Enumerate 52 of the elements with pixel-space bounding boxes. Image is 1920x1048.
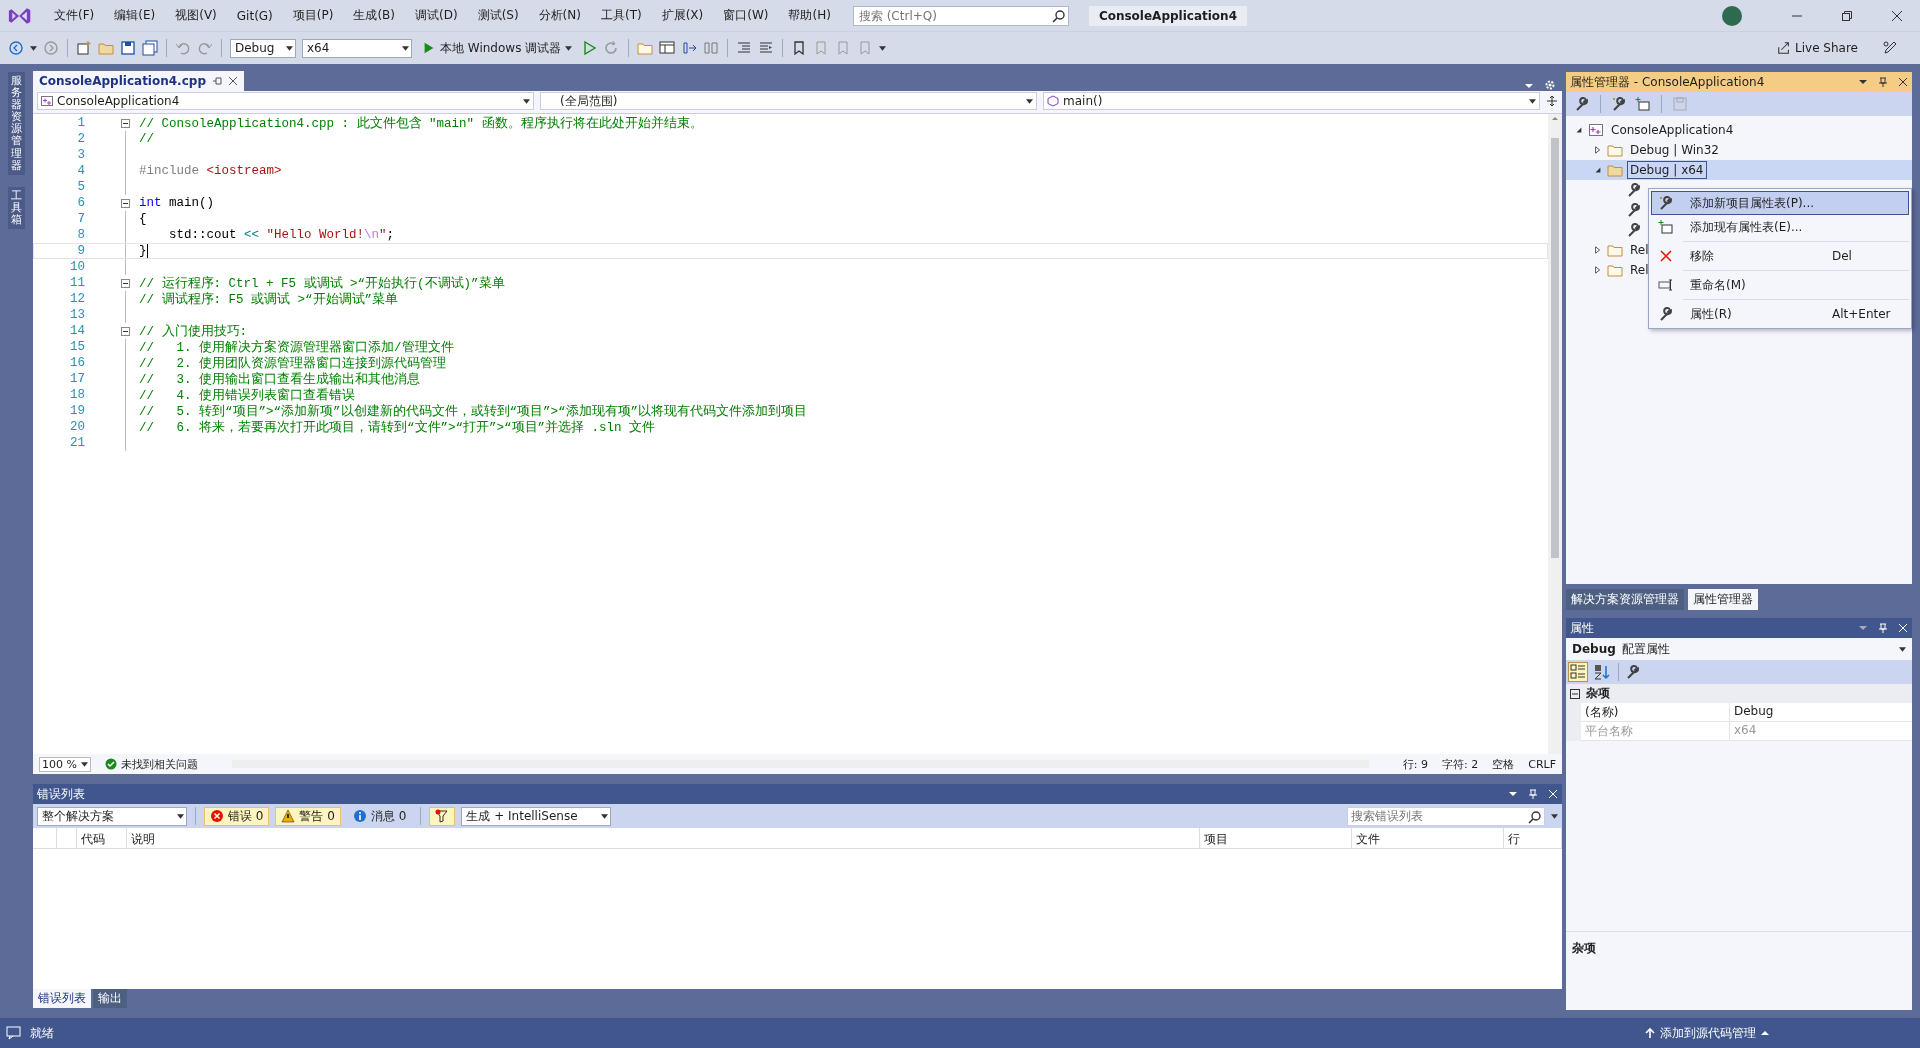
- panel-title: 错误列表: [37, 785, 86, 803]
- tree-item-label: Rel: [1629, 262, 1650, 279]
- category-label: 杂项: [1586, 685, 1610, 702]
- line-number: 3: [76, 148, 86, 162]
- line-number: 16: [69, 356, 86, 370]
- line-number: 5: [76, 180, 86, 194]
- code-line: // 2. 使用团队资源管理器窗口连接到源代码管理: [139, 355, 446, 372]
- tree-item-label: Debug | Win32: [1629, 142, 1720, 159]
- line-number: 1: [76, 116, 86, 130]
- object-name: Debug: [1572, 642, 1616, 656]
- line-number: 21: [69, 436, 86, 450]
- line-number: 2: [76, 132, 86, 146]
- status-text: 就绪: [30, 1024, 54, 1042]
- object-type: 配置属性: [1621, 640, 1670, 658]
- line-number: 20: [69, 420, 86, 434]
- line-number: 9: [76, 244, 86, 258]
- line-number: 18: [69, 388, 86, 402]
- code-line: // 6. 将来，若要再次打开此项目，请转到“文件”>“打开”>“项目”并选择 .sln 文件: [139, 419, 656, 436]
- code-line: std::cout << "Hello World!\n";: [168, 228, 395, 242]
- code-line: #include <iostream>: [139, 164, 282, 178]
- shortcut-label: Del: [1832, 249, 1853, 263]
- code-line: //: [139, 132, 154, 146]
- code-line: // 5. 转到“项目”>“添加新项”以创建新的代码文件，或转到“项目”>“添加现有项”以将现有代码文件添加到项目: [139, 403, 808, 420]
- line-number: 8: [76, 228, 86, 242]
- code-line: int main(): [139, 196, 215, 210]
- tree-item-label: ConsoleApplication4: [1610, 122, 1735, 139]
- line-number: 15: [69, 340, 86, 354]
- line-number: 19: [69, 404, 86, 418]
- panel-title: 属性管理器 - ConsoleApplication4: [1570, 73, 1766, 91]
- line-number: 14: [69, 324, 86, 338]
- line-number: 17: [69, 372, 86, 386]
- line-number: 6: [76, 196, 86, 210]
- tree-item-label: Debug | x64: [1627, 161, 1707, 179]
- code-line: // ConsoleApplication4.cpp : 此文件包含 "main" 函数。程序执行将在此处开始并结束。: [139, 115, 703, 132]
- code-line: // 运行程序: Ctrl + F5 或调试 >“开始执行(不调试)”菜单: [139, 275, 505, 292]
- tree-item-label: Rel: [1629, 242, 1650, 259]
- code-line: // 3. 使用输出窗口查看生成输出和其他消息: [139, 371, 420, 388]
- line-number: 4: [76, 164, 86, 178]
- solution-title: ConsoleApplication4: [1088, 5, 1247, 26]
- line-number: 13: [69, 308, 86, 322]
- code-line: // 调试程序: F5 或调试 >“开始调试”菜单: [139, 291, 398, 308]
- line-number: 11: [69, 276, 86, 290]
- code-line: // 入门使用技巧:: [139, 323, 248, 340]
- shortcut-label: Alt+Enter: [1832, 307, 1892, 321]
- code-line: // 1. 使用解决方案资源管理器窗口添加/管理文件: [139, 339, 454, 356]
- panel-title: 属性: [1570, 619, 1595, 637]
- line-number: 12: [69, 292, 86, 306]
- code-line: }: [139, 244, 147, 258]
- code-line: {: [139, 212, 147, 226]
- line-number: 10: [69, 260, 86, 274]
- code-line: // 4. 使用错误列表窗口查看错误: [139, 387, 355, 404]
- line-number: 7: [76, 212, 86, 226]
